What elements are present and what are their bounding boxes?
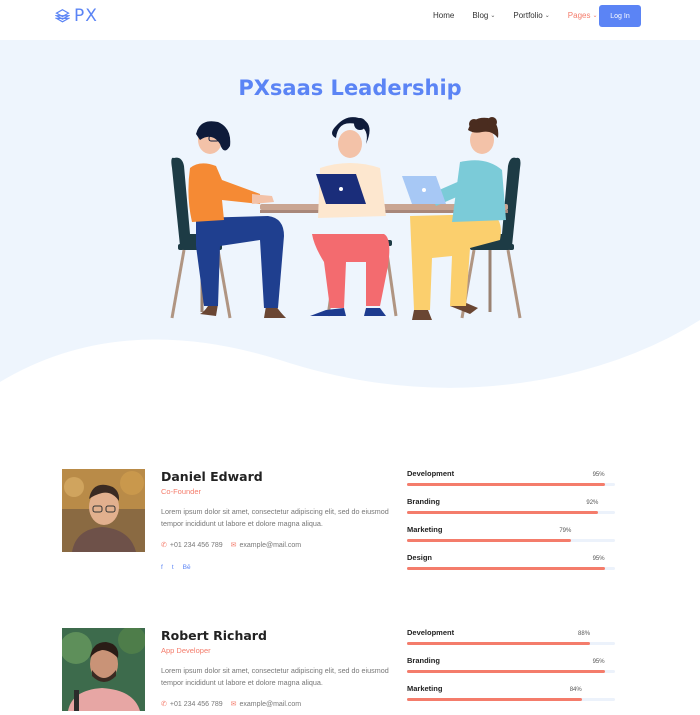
skill-label: Marketing: [407, 684, 443, 693]
email-text: example@mail.com: [239, 700, 302, 708]
member-role: App Developer: [161, 646, 211, 655]
member-socials: f t Bē: [161, 564, 200, 571]
member-phone[interactable]: ✆ +01 234 456 789: [161, 541, 223, 550]
nav-item-pages[interactable]: Pages ⌄: [568, 11, 598, 21]
skill-fill: [407, 567, 605, 570]
skill-bar: Design 95%: [407, 553, 615, 573]
skill-label: Branding: [407, 656, 440, 665]
site-logo[interactable]: PX: [55, 7, 98, 25]
envelope-icon: ✉: [230, 701, 237, 708]
skill-track: [407, 483, 615, 486]
main-nav: Home Blog ⌄ Portfolio ⌄ Pages ⌄: [433, 11, 616, 21]
nav-label: Blog: [472, 11, 489, 20]
member-photo: [62, 469, 145, 552]
logo-text: PX: [74, 6, 98, 26]
skill-percent: 95%: [592, 659, 605, 665]
nav-item-portfolio[interactable]: Portfolio ⌄: [513, 11, 549, 21]
hero-section: PXsaas Leadership: [0, 40, 700, 405]
skill-bar: Marketing 84%: [407, 684, 615, 704]
member-contact: ✆ +01 234 456 789 ✉ example@mail.com: [161, 700, 309, 709]
nav-item-blog[interactable]: Blog ⌄: [472, 11, 495, 21]
skill-label: Design: [407, 553, 433, 562]
skill-track: [407, 698, 615, 701]
member-photo: [62, 628, 145, 711]
skill-percent: 92%: [586, 500, 599, 506]
member-role: Co-Founder: [161, 487, 202, 496]
chevron-down-icon: ⌄: [544, 13, 550, 19]
logo-cube-icon: [55, 8, 70, 22]
skill-percent: 95%: [592, 472, 605, 478]
skill-track: [407, 670, 615, 673]
page-title: PXsaas Leadership: [238, 76, 462, 100]
skill-track: [407, 642, 615, 645]
email-text: example@mail.com: [239, 541, 302, 549]
skill-bar: Development 88%: [407, 628, 615, 648]
chevron-down-icon: ⌄: [490, 13, 496, 19]
skill-fill: [407, 670, 605, 673]
skill-track: [407, 511, 615, 514]
twitter-icon[interactable]: t: [172, 564, 174, 571]
nav-label: Pages: [567, 11, 591, 20]
skill-bar: Development 95%: [407, 469, 615, 489]
member-phone[interactable]: ✆ +01 234 456 789: [161, 700, 223, 709]
login-button[interactable]: Log In: [599, 5, 641, 27]
nav-item-home[interactable]: Home: [433, 11, 454, 21]
skill-bar: Branding 95%: [407, 656, 615, 676]
facebook-icon[interactable]: f: [161, 564, 163, 571]
member-bio: Lorem ipsum dolor sit amet, consectetur …: [161, 666, 389, 687]
chevron-down-icon: ⌄: [592, 13, 598, 19]
skill-fill: [407, 539, 572, 542]
nav-label: Home: [433, 11, 455, 20]
hero-wave-divider: [0, 320, 700, 405]
skill-track: [407, 567, 615, 570]
skill-label: Branding: [407, 497, 440, 506]
skill-bar: Branding 92%: [407, 497, 615, 517]
member-name: Daniel Edward: [161, 469, 263, 484]
skill-label: Marketing: [407, 525, 443, 534]
skill-bar: Marketing 79%: [407, 525, 615, 545]
phone-icon: ✆: [161, 542, 167, 549]
phone-text: +01 234 456 789: [169, 700, 223, 708]
skill-fill: [407, 642, 591, 645]
skill-label: Development: [407, 628, 455, 637]
skill-fill: [407, 511, 599, 514]
phone-icon: ✆: [161, 701, 167, 708]
member-email[interactable]: ✉ example@mail.com: [230, 541, 302, 550]
team-meeting-illustration: [170, 117, 522, 320]
skill-fill: [407, 698, 582, 701]
member-bio: Lorem ipsum dolor sit amet, consectetur …: [161, 507, 389, 528]
skill-percent: 88%: [578, 631, 591, 637]
skill-track: [407, 539, 615, 542]
nav-label: Portfolio: [513, 11, 543, 20]
skill-percent: 95%: [592, 556, 605, 562]
behance-icon[interactable]: Bē: [183, 564, 191, 571]
skill-label: Development: [407, 469, 455, 478]
member-contact: ✆ +01 234 456 789 ✉ example@mail.com: [161, 541, 309, 550]
site-header: PX Home Blog ⌄ Portfolio ⌄ Pages ⌄ Log I…: [0, 0, 700, 40]
phone-text: +01 234 456 789: [169, 541, 223, 549]
skill-percent: 84%: [569, 687, 582, 693]
member-email[interactable]: ✉ example@mail.com: [230, 700, 302, 709]
envelope-icon: ✉: [230, 542, 237, 549]
skill-percent: 79%: [559, 528, 572, 534]
member-name: Robert Richard: [161, 628, 267, 643]
skill-fill: [407, 483, 605, 486]
